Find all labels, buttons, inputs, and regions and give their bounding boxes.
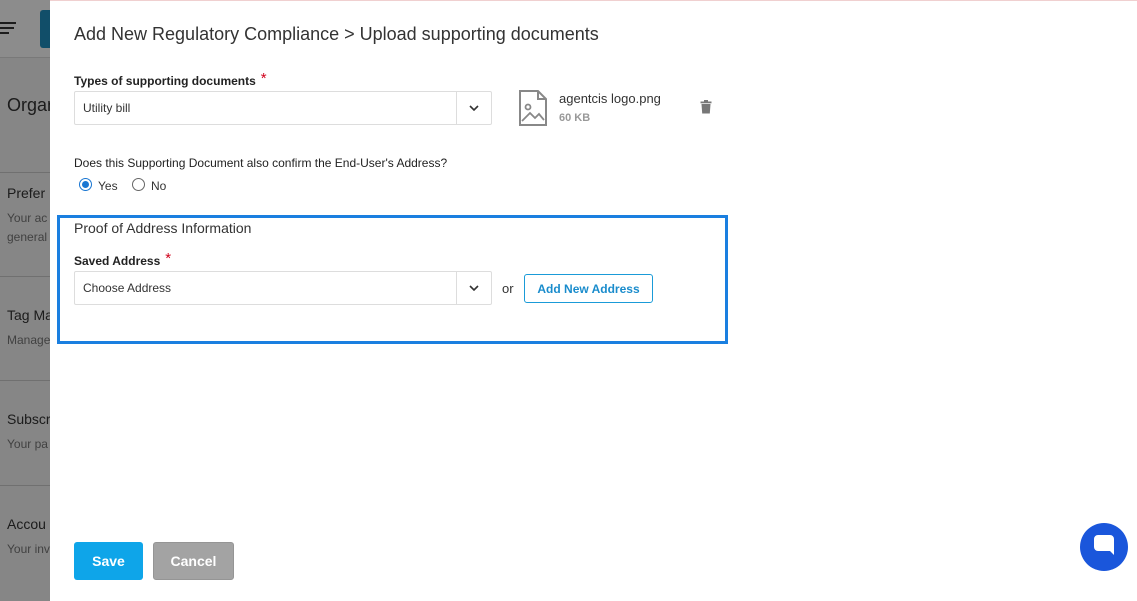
save-button[interactable]: Save [74,542,143,580]
required-mark: * [165,250,172,267]
radio-yes-label[interactable]: Yes [98,179,118,193]
radio-yes[interactable] [79,178,92,191]
chevron-down-icon [456,272,491,304]
required-mark: * [260,70,267,87]
trash-icon[interactable] [700,100,712,114]
image-file-icon [517,90,549,126]
chat-bubble-icon [1092,533,1116,562]
doc-type-value: Utility bill [83,101,131,115]
address-confirm-question: Does this Supporting Document also confi… [74,156,448,170]
drawer-title: Add New Regulatory Compliance > Upload s… [74,24,599,44]
cancel-button[interactable]: Cancel [153,542,234,580]
chevron-down-icon [456,92,491,124]
file-size: 60 KB [559,112,591,124]
saved-address-label: Saved Address * [74,250,172,268]
compliance-drawer: Add New Regulatory Compliance > Upload s… [50,0,1137,601]
radio-no[interactable] [132,178,145,191]
or-separator: or [502,281,514,296]
doc-type-label: Types of supporting documents * [74,70,267,88]
saved-address-value: Choose Address [83,281,172,295]
radio-no-label[interactable]: No [151,179,166,193]
doc-type-select[interactable]: Utility bill [74,91,492,125]
chat-widget-button[interactable] [1080,523,1128,571]
add-new-address-button[interactable]: Add New Address [524,274,653,303]
saved-address-select[interactable]: Choose Address [74,271,492,305]
file-name: agentcis logo.png [559,91,661,106]
proof-of-address-title: Proof of Address Information [74,220,252,236]
